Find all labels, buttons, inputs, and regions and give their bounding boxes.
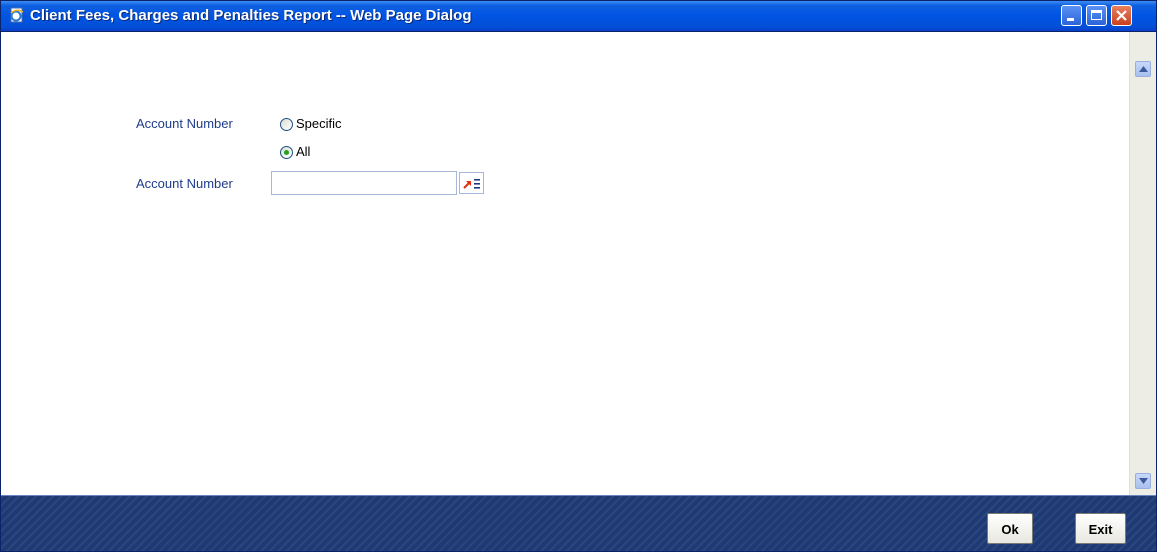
scroll-down-arrow-icon (1139, 478, 1148, 484)
ok-button[interactable]: Ok (987, 513, 1033, 544)
title-bar[interactable]: Client Fees, Charges and Penalties Repor… (1, 1, 1156, 32)
window-title: Client Fees, Charges and Penalties Repor… (30, 7, 472, 24)
dialog-window: Client Fees, Charges and Penalties Repor… (0, 0, 1157, 552)
list-of-values-icon (463, 179, 480, 189)
minimize-icon (1067, 18, 1074, 21)
radio-all-label[interactable]: All (296, 144, 310, 159)
radio-specific-label[interactable]: Specific (296, 116, 342, 131)
close-icon (1116, 10, 1127, 21)
close-button[interactable] (1111, 5, 1132, 26)
exit-button[interactable]: Exit (1075, 513, 1126, 544)
lov-button[interactable] (459, 172, 484, 194)
account-selection-label: Account Number (136, 116, 233, 131)
maximize-icon (1091, 10, 1102, 20)
account-number-label: Account Number (136, 176, 233, 191)
radio-all[interactable] (280, 146, 293, 159)
minimize-button[interactable] (1061, 5, 1082, 26)
ie-page-icon (9, 7, 25, 23)
radio-specific[interactable] (280, 118, 293, 131)
maximize-button[interactable] (1086, 5, 1107, 26)
scroll-up-arrow-icon (1139, 66, 1148, 72)
dialog-content: Account Number Specific All Account Numb… (1, 32, 1129, 495)
button-footer: Ok Exit (1, 495, 1156, 551)
scroll-up-button[interactable] (1135, 61, 1151, 77)
vertical-scrollbar[interactable] (1129, 32, 1156, 495)
radio-selected-dot (284, 150, 289, 155)
scroll-down-button[interactable] (1135, 473, 1151, 489)
account-number-field[interactable] (271, 171, 457, 195)
